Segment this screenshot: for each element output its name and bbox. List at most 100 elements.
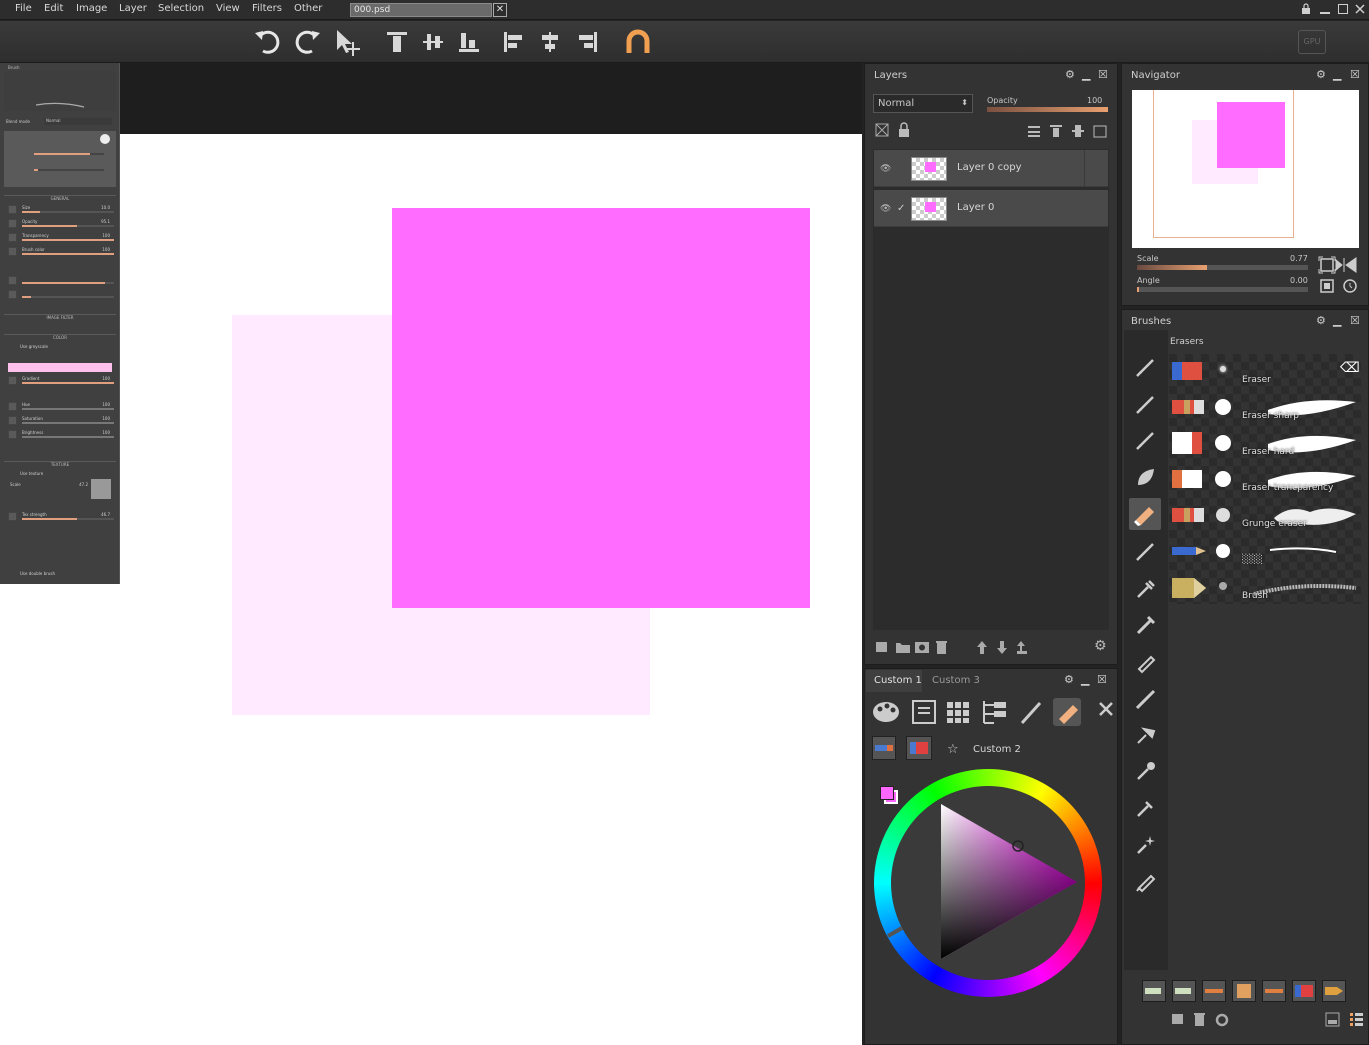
color-triangle[interactable] <box>874 769 1102 997</box>
canvas-left-part[interactable] <box>0 584 120 1045</box>
layers-settings-icon[interactable]: ⚙ <box>1065 68 1075 81</box>
brush-opacity-row[interactable]: Opacity 95.1 <box>4 218 116 230</box>
scale-slider[interactable] <box>1137 265 1308 270</box>
layers-minimize-icon[interactable]: ▁ <box>1082 68 1090 81</box>
align-bottom-icon[interactable] <box>457 30 481 54</box>
tab-custom-3[interactable]: Custom 3 <box>924 670 984 692</box>
eraser-brush-preset[interactable] <box>906 736 932 760</box>
star-icon[interactable]: ☆ <box>947 742 959 757</box>
brush-brightness-row[interactable]: Brightness 100 <box>4 429 116 441</box>
brush-item[interactable]: Eraser ⌫ <box>1170 356 1360 390</box>
brush-category-pen-nib-icon[interactable] <box>1134 869 1158 893</box>
brush-tex-strength-row[interactable]: Tex strength 46.7 <box>4 511 116 523</box>
eye-icon[interactable]: 👁 <box>880 164 891 174</box>
brush-gradient-row[interactable]: Gradient 100 <box>4 375 116 387</box>
opacity-slider[interactable] <box>987 107 1108 112</box>
menu-selection[interactable]: Selection <box>158 3 204 14</box>
navigator-settings-icon[interactable]: ⚙ <box>1316 68 1326 81</box>
bottom-brush-preset-2[interactable] <box>1172 980 1196 1002</box>
brush-size-row[interactable]: Size 10.0 <box>4 204 116 216</box>
close-window-icon[interactable] <box>1354 3 1366 15</box>
layer-action-icons[interactable] <box>874 639 954 655</box>
custom-settings-icon[interactable]: ⚙ <box>1064 673 1074 686</box>
move-icon[interactable] <box>333 28 365 56</box>
eye-icon[interactable]: 👁 <box>880 204 891 214</box>
canvas-area[interactable] <box>0 63 862 1045</box>
custom-tool-icons[interactable] <box>870 697 1120 727</box>
brush-extra-row-1[interactable] <box>4 275 116 287</box>
redo-icon[interactable] <box>290 27 322 57</box>
menu-other[interactable]: Other <box>294 3 322 14</box>
bottom-brush-preset-4[interactable] <box>1232 980 1256 1002</box>
pencil-brush-preset[interactable] <box>872 736 896 760</box>
navigator-view-icons[interactable] <box>1318 256 1360 296</box>
document-close-button[interactable]: ✕ <box>493 3 507 17</box>
bottom-brush-preset-3[interactable] <box>1202 980 1226 1002</box>
navigator-minimize-icon[interactable]: ▁ <box>1333 68 1341 81</box>
bottom-brush-preset-1[interactable] <box>1142 980 1166 1002</box>
brush-color-row[interactable]: Brush color 100 <box>4 246 116 258</box>
brush-category-leaf-icon[interactable] <box>1134 465 1158 489</box>
magnet-icon[interactable] <box>624 29 652 55</box>
brush-gradient-swatch[interactable] <box>8 363 112 372</box>
layers-gear-icon[interactable]: ⚙ <box>1094 638 1107 654</box>
brush-double-brush-row[interactable]: Use double brush <box>4 570 116 582</box>
brush-item[interactable]: Eraser trancparency <box>1170 464 1360 498</box>
layer-row[interactable]: 👁 Layer 0 copy <box>874 150 1108 187</box>
custom-minimize-icon[interactable]: ▁ <box>1081 673 1089 686</box>
angle-slider[interactable] <box>1137 287 1308 292</box>
menu-view[interactable]: View <box>216 3 240 14</box>
tab-custom-1[interactable]: Custom 1 <box>866 670 922 692</box>
align-vcenter-icon[interactable] <box>421 30 445 54</box>
brush-category-brush-icon[interactable] <box>1134 539 1158 563</box>
bottom-brush-preset-6[interactable] <box>1292 980 1316 1002</box>
brush-view-icons[interactable] <box>1324 1011 1364 1029</box>
brush-category-ink-icon[interactable] <box>1134 428 1158 452</box>
layers-close-icon[interactable]: ☒ <box>1098 68 1108 81</box>
brush-category-knife-icon[interactable] <box>1134 687 1158 711</box>
undo-icon[interactable] <box>253 27 285 57</box>
bottom-brush-preset-5[interactable] <box>1262 980 1286 1002</box>
bottom-brush-preset-7[interactable] <box>1322 980 1346 1002</box>
menu-image[interactable]: Image <box>76 3 107 14</box>
align-left-icon[interactable] <box>502 30 526 54</box>
brush-item[interactable]: ░░░ <box>1170 536 1360 570</box>
blend-mode-select[interactable]: Normal ⬍ <box>873 94 973 113</box>
brushes-minimize-icon[interactable]: ▁ <box>1333 314 1341 327</box>
brush-category-sparkle-icon[interactable] <box>1134 833 1158 857</box>
brush-category-airbrush-icon[interactable] <box>1134 577 1158 601</box>
align-hcenter-icon[interactable] <box>538 30 562 54</box>
minimize-window-icon[interactable] <box>1319 3 1331 15</box>
brush-item[interactable]: Grunge eraser <box>1170 500 1360 534</box>
brush-category-roller-icon[interactable] <box>1134 723 1158 747</box>
layer-row[interactable]: 👁 ✓ Layer 0 <box>874 190 1108 227</box>
brush-category-paint-icon[interactable] <box>1134 355 1158 379</box>
menu-edit[interactable]: Edit <box>44 3 63 14</box>
menu-file[interactable]: File <box>15 3 32 14</box>
brush-category-syringe-icon[interactable] <box>1134 613 1158 637</box>
layer-move-icons[interactable] <box>975 639 1031 655</box>
brush-item[interactable]: Eraser hard <box>1170 428 1360 462</box>
brush-extra-row-2[interactable] <box>4 289 116 301</box>
align-right-icon[interactable] <box>575 30 599 54</box>
brushes-settings-icon[interactable]: ⚙ <box>1316 314 1326 327</box>
lock-layer-icon[interactable] <box>897 122 911 138</box>
brush-category-smudge-icon[interactable] <box>1134 759 1158 783</box>
brush-action-icons[interactable] <box>1170 1011 1232 1029</box>
layer-align-tools[interactable] <box>1026 124 1110 138</box>
brush-category-spray-icon[interactable] <box>1134 796 1158 820</box>
brush-category-marker-icon[interactable] <box>1134 650 1158 674</box>
menu-layer[interactable]: Layer <box>119 3 147 14</box>
maximize-window-icon[interactable] <box>1337 3 1349 15</box>
brush-item[interactable]: Brush <box>1170 572 1360 606</box>
brush-category-eraser-selected[interactable] <box>1129 498 1161 530</box>
custom-close-icon[interactable]: ☒ <box>1097 673 1107 686</box>
menu-filters[interactable]: Filters <box>252 3 282 14</box>
document-tab[interactable]: 000.psd <box>350 3 492 17</box>
brush-item[interactable]: Eraser sharp <box>1170 392 1360 426</box>
brush-category-pen-icon[interactable] <box>1134 392 1158 416</box>
brush-scale-row[interactable]: Scale 47.2 <box>4 481 116 493</box>
navigator-preview[interactable] <box>1132 90 1359 248</box>
brush-greyscale-row[interactable]: Use greyscale <box>4 343 116 355</box>
lock-transparency-icon[interactable] <box>875 123 889 137</box>
